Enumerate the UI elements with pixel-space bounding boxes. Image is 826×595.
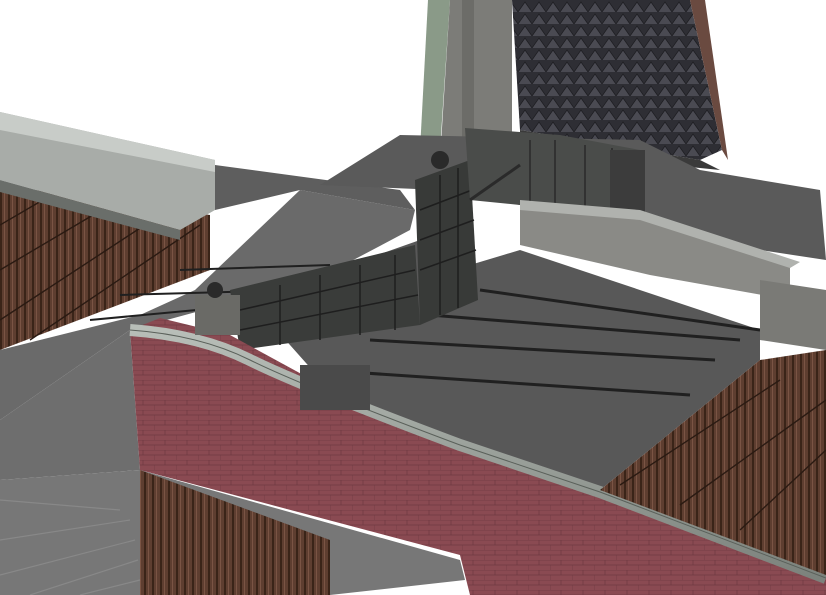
render-viewport[interactable] xyxy=(0,0,826,595)
lock-scene-render xyxy=(0,0,826,595)
